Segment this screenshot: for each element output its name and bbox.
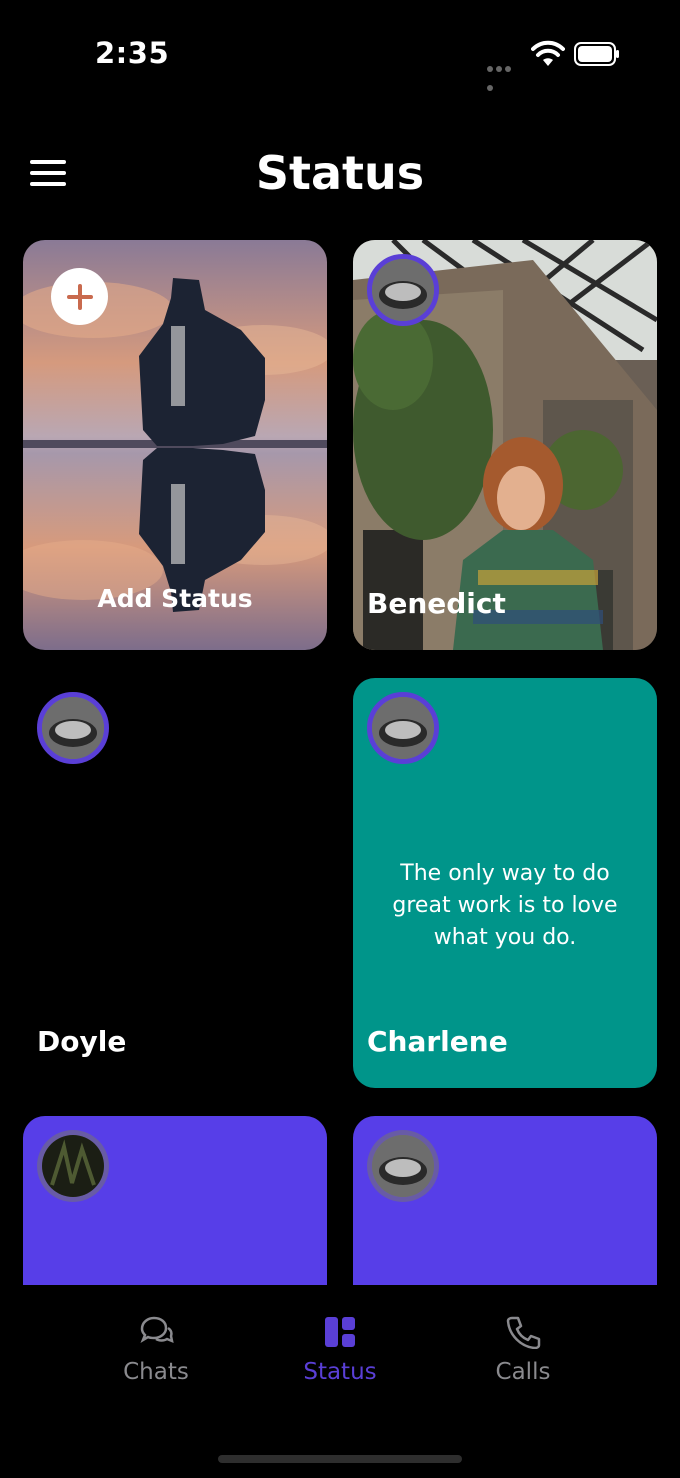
wifi-icon xyxy=(531,40,565,66)
add-status-card[interactable]: Add Status xyxy=(23,240,327,650)
page-title: Status xyxy=(255,146,425,200)
add-status-label: Add Status xyxy=(97,584,253,613)
add-status-button[interactable] xyxy=(51,268,108,325)
status-bar: 2:35 xyxy=(0,0,680,110)
bottom-tab-bar: Chats Status Calls xyxy=(0,1285,680,1478)
status-time: 2:35 xyxy=(95,36,170,70)
contact-avatar xyxy=(37,1130,109,1202)
status-card[interactable] xyxy=(23,1116,327,1285)
status-card-doyle[interactable]: Doyle xyxy=(23,678,327,1088)
status-card-name: Doyle xyxy=(37,1025,127,1058)
tab-label: Calls xyxy=(495,1359,551,1385)
tab-label: Chats xyxy=(123,1359,189,1385)
charlene-avatar xyxy=(367,692,439,764)
tab-chats[interactable]: Chats xyxy=(86,1315,226,1385)
phone-icon xyxy=(506,1316,541,1350)
signal-dots-icon xyxy=(487,57,521,91)
benedict-avatar xyxy=(367,254,439,326)
tab-label: Status xyxy=(303,1359,377,1385)
status-card-name: Benedict xyxy=(367,587,506,620)
status-card[interactable] xyxy=(353,1116,657,1285)
status-quote-text: The only way to do great work is to love… xyxy=(392,861,618,950)
chat-bubbles-icon xyxy=(140,1316,174,1344)
plus-icon xyxy=(66,283,93,310)
status-grid: Add Status Benedict Doyle The only way t… xyxy=(0,240,680,1285)
status-card-charlene[interactable]: The only way to do great work is to love… xyxy=(353,678,657,1088)
grid-icon xyxy=(325,1317,355,1347)
doyle-avatar xyxy=(37,692,109,764)
status-card-benedict[interactable]: Benedict xyxy=(353,240,657,650)
home-indicator xyxy=(218,1455,462,1463)
battery-icon xyxy=(574,42,619,66)
status-card-name: Charlene xyxy=(367,1025,508,1058)
tab-status[interactable]: Status xyxy=(270,1315,410,1385)
tab-calls[interactable]: Calls xyxy=(453,1315,593,1385)
contact-avatar xyxy=(367,1130,439,1202)
header: Status xyxy=(0,130,680,220)
